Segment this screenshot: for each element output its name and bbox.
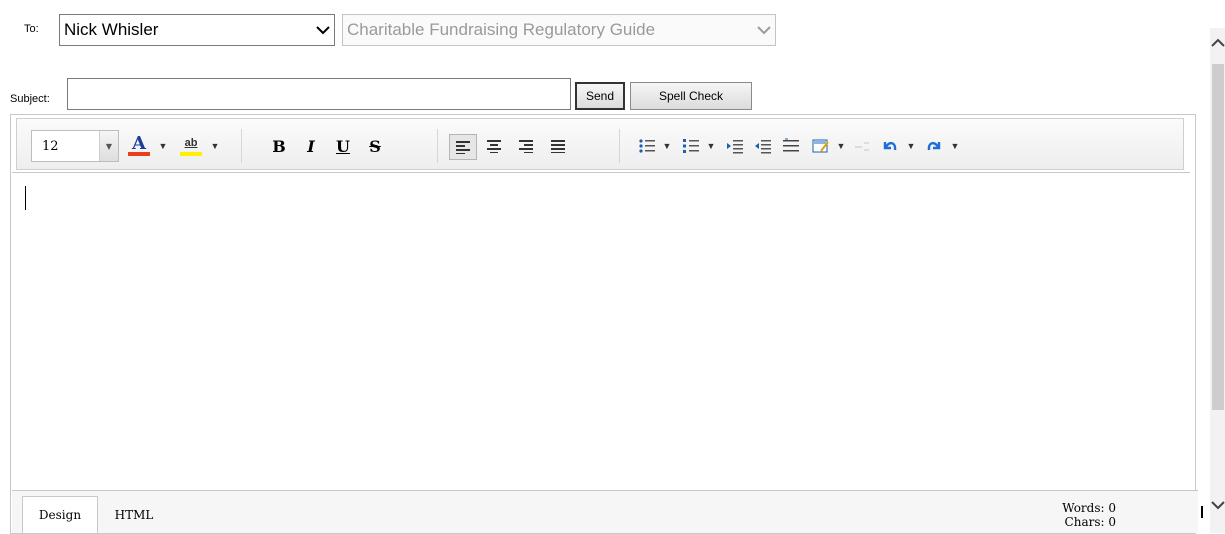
undo-dropdown[interactable]: ▼ <box>905 134 917 158</box>
words-count: Words: 0 <box>1062 501 1116 515</box>
align-right-icon <box>519 140 533 153</box>
guide-value: Charitable Fundraising Regulatory Guide <box>347 20 656 39</box>
justify-icon <box>551 140 565 153</box>
editor-toolbar: 12 ▼ A ▼ ab ▼ B I U S ▼ ▼ ▼ ▼ ▼ <box>16 118 1184 170</box>
guide-dropdown[interactable]: Charitable Fundraising Regulatory Guide <box>342 14 776 46</box>
font-color-icon: A <box>132 133 146 154</box>
italic-button[interactable]: I <box>299 134 323 158</box>
undo-button[interactable] <box>879 134 901 158</box>
align-right-button[interactable] <box>513 134 539 158</box>
align-center-icon <box>487 140 501 153</box>
bullet-list-dropdown[interactable]: ▼ <box>661 134 673 158</box>
bullet-list-icon <box>639 139 655 153</box>
align-left-icon <box>456 141 470 154</box>
redo-dropdown[interactable]: ▼ <box>949 134 961 158</box>
recipient-value: Nick Whisler <box>64 20 159 39</box>
chevron-down-icon <box>753 15 775 45</box>
font-size-select[interactable]: 12 ▼ <box>31 130 119 162</box>
bullet-list-button[interactable] <box>635 134 659 158</box>
paragraph-format-button[interactable] <box>779 134 803 158</box>
table-edit-icon <box>812 139 829 153</box>
subject-label: Subject: <box>10 93 50 105</box>
align-left-button[interactable] <box>449 134 477 160</box>
tab-html[interactable]: HTML <box>104 496 164 533</box>
align-center-button[interactable] <box>481 134 507 158</box>
highlight-dropdown[interactable]: ▼ <box>209 134 221 158</box>
to-label: To: <box>24 23 39 35</box>
recipient-dropdown[interactable]: Nick Whisler <box>59 14 335 46</box>
scroll-down-icon[interactable] <box>1210 492 1225 518</box>
strikethrough-button[interactable]: S <box>363 134 387 158</box>
undo-icon <box>883 142 897 151</box>
insert-table-button[interactable] <box>809 134 833 158</box>
insert-table-dropdown[interactable]: ▼ <box>835 134 847 158</box>
subject-input[interactable] <box>67 78 571 110</box>
justify-button[interactable] <box>545 134 571 158</box>
resize-grip[interactable] <box>1201 506 1203 518</box>
scroll-up-icon[interactable] <box>1210 30 1225 56</box>
redo-button[interactable] <box>923 134 945 158</box>
chevron-down-icon <box>312 15 334 45</box>
scrollbar-thumb[interactable] <box>1212 64 1224 410</box>
font-color-dropdown[interactable]: ▼ <box>157 134 169 158</box>
indent-button[interactable] <box>723 134 747 158</box>
chars-count: Chars: 0 <box>1064 515 1116 529</box>
outdent-button[interactable] <box>751 134 775 158</box>
dropdown-arrow-icon: ▼ <box>99 131 118 161</box>
tab-design[interactable]: Design <box>22 496 98 533</box>
word-count: Words: 0 Chars: 0 <box>1040 501 1116 529</box>
link-button[interactable] <box>851 134 873 158</box>
link-icon <box>855 142 869 151</box>
text-format-icon <box>783 138 799 152</box>
font-size-value: 12 <box>42 138 59 154</box>
bold-button[interactable]: B <box>267 134 291 158</box>
editor-footer <box>12 490 1198 533</box>
indent-icon <box>727 140 743 154</box>
highlight-icon: ab <box>184 137 198 149</box>
numbered-list-button[interactable] <box>679 134 703 158</box>
font-color-button[interactable]: A <box>123 134 155 158</box>
outdent-icon <box>755 140 771 154</box>
send-button[interactable]: Send <box>575 82 625 110</box>
highlight-button[interactable]: ab <box>175 134 207 158</box>
editor-content-area[interactable] <box>12 172 1190 490</box>
underline-button[interactable]: U <box>331 134 355 158</box>
spell-check-button[interactable]: Spell Check <box>630 82 752 110</box>
text-cursor <box>25 186 26 210</box>
numbered-list-icon <box>683 139 699 153</box>
redo-icon <box>927 142 941 151</box>
numbered-list-dropdown[interactable]: ▼ <box>705 134 717 158</box>
